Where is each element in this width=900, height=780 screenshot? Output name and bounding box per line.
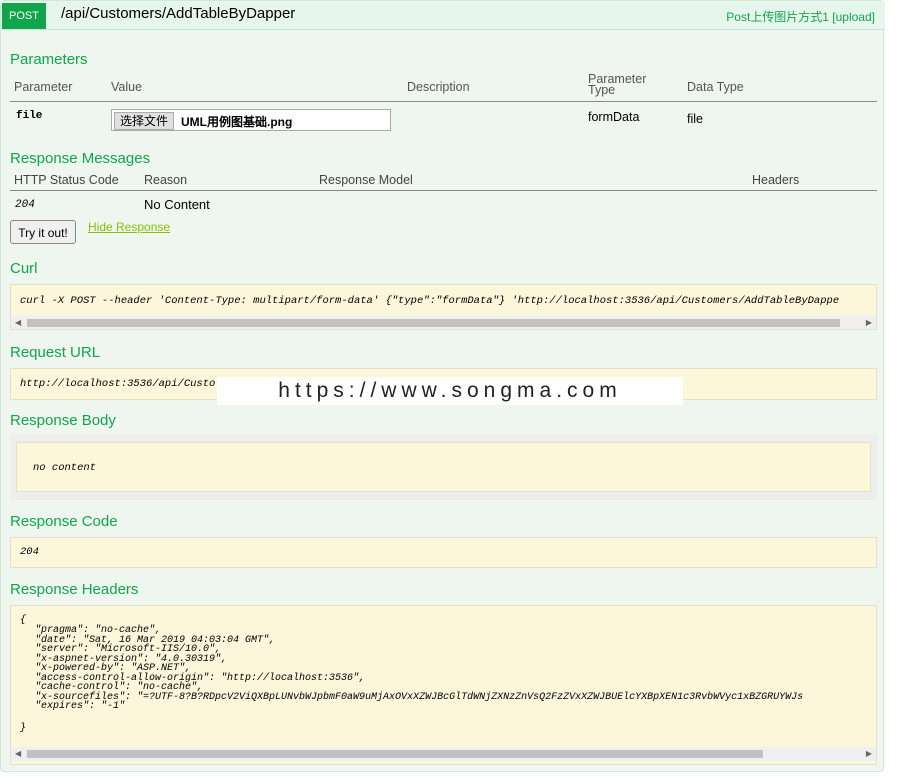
col-response-model: Response Model [319, 173, 413, 187]
response-headers-open: { [20, 615, 27, 626]
response-body-frame: no content [10, 434, 877, 500]
curl-box[interactable]: curl -X POST --header 'Content-Type: mul… [10, 284, 877, 330]
col-http-status: HTTP Status Code [14, 173, 119, 187]
col-parameter: Parameter [14, 80, 73, 94]
header-line: "x-sourcefiles": "=?UTF-8?B?RDpcV2ViQXBp… [35, 691, 804, 703]
response-body-title: Response Body [10, 412, 116, 429]
scroll-right-icon[interactable]: ▶ [866, 747, 872, 761]
scroll-left-icon[interactable]: ◀ [15, 747, 21, 761]
response-body-box[interactable]: no content [16, 442, 871, 492]
response-code-value: 204 [20, 546, 39, 558]
response-headers-close: } [20, 723, 27, 734]
header-line: "expires": "-1" [35, 701, 126, 712]
response-code-box[interactable]: 204 [10, 537, 877, 568]
scroll-left-icon[interactable]: ◀ [15, 316, 21, 329]
curl-scroll-thumb[interactable] [27, 319, 840, 327]
param-type-value: formData [588, 110, 640, 124]
operation-header[interactable]: POST /api/Customers/AddTableByDapper Pos… [1, 1, 885, 30]
col-reason: Reason [144, 173, 188, 187]
curl-title: Curl [10, 260, 38, 277]
request-url-title: Request URL [10, 344, 101, 361]
col-headers: Headers [752, 173, 800, 187]
response-headers-title: Response Headers [10, 581, 139, 598]
col-data-type: Data Type [687, 80, 744, 94]
col-description: Description [407, 80, 470, 94]
watermark-text: https://www.songma.com [217, 377, 683, 405]
endpoint-path[interactable]: /api/Customers/AddTableByDapper [61, 5, 295, 22]
param-name: file [16, 110, 43, 122]
choose-file-button[interactable]: 选择文件 [114, 112, 175, 130]
scroll-right-icon[interactable]: ▶ [866, 316, 872, 329]
response-headers-box[interactable]: { "pragma": "no-cache", "date": "Sat, 16… [10, 605, 877, 765]
headers-scroll-thumb[interactable] [27, 750, 763, 758]
parameters-title: Parameters [10, 51, 88, 68]
data-type-value: file [687, 112, 703, 126]
col-value: Value [111, 80, 143, 94]
messages-divider [10, 190, 877, 191]
response-code-title: Response Code [10, 513, 118, 530]
parameters-divider [10, 101, 877, 102]
selected-file-name: UML用例图基础.png [181, 115, 293, 129]
operation-panel: POST /api/Customers/AddTableByDapper Pos… [0, 0, 885, 772]
curl-command: curl -X POST --header 'Content-Type: mul… [20, 295, 840, 307]
response-messages-title: Response Messages [10, 150, 151, 167]
status-code: 204 [15, 199, 35, 211]
col-parameter-type: Parameter Type [588, 72, 647, 97]
response-headers-lines: "pragma": "no-cache", "date": "Sat, 16 M… [35, 626, 803, 712]
endpoint-summary[interactable]: Post上传图片方式1 [upload] [726, 8, 875, 25]
response-body-value: no content [33, 462, 97, 474]
http-method-badge[interactable]: POST [2, 3, 46, 29]
headers-scrollbar[interactable]: ◀ ▶ [11, 747, 876, 761]
hide-response-link[interactable]: Hide Response [88, 220, 170, 234]
curl-scrollbar[interactable]: ◀ ▶ [11, 316, 876, 329]
try-it-out-button[interactable]: Try it out! [10, 220, 76, 244]
file-input[interactable]: 选择文件 UML用例图基础.png [111, 109, 391, 131]
request-url-value: http://localhost:3536/api/Custo [20, 378, 216, 390]
status-reason: No Content [144, 197, 210, 212]
